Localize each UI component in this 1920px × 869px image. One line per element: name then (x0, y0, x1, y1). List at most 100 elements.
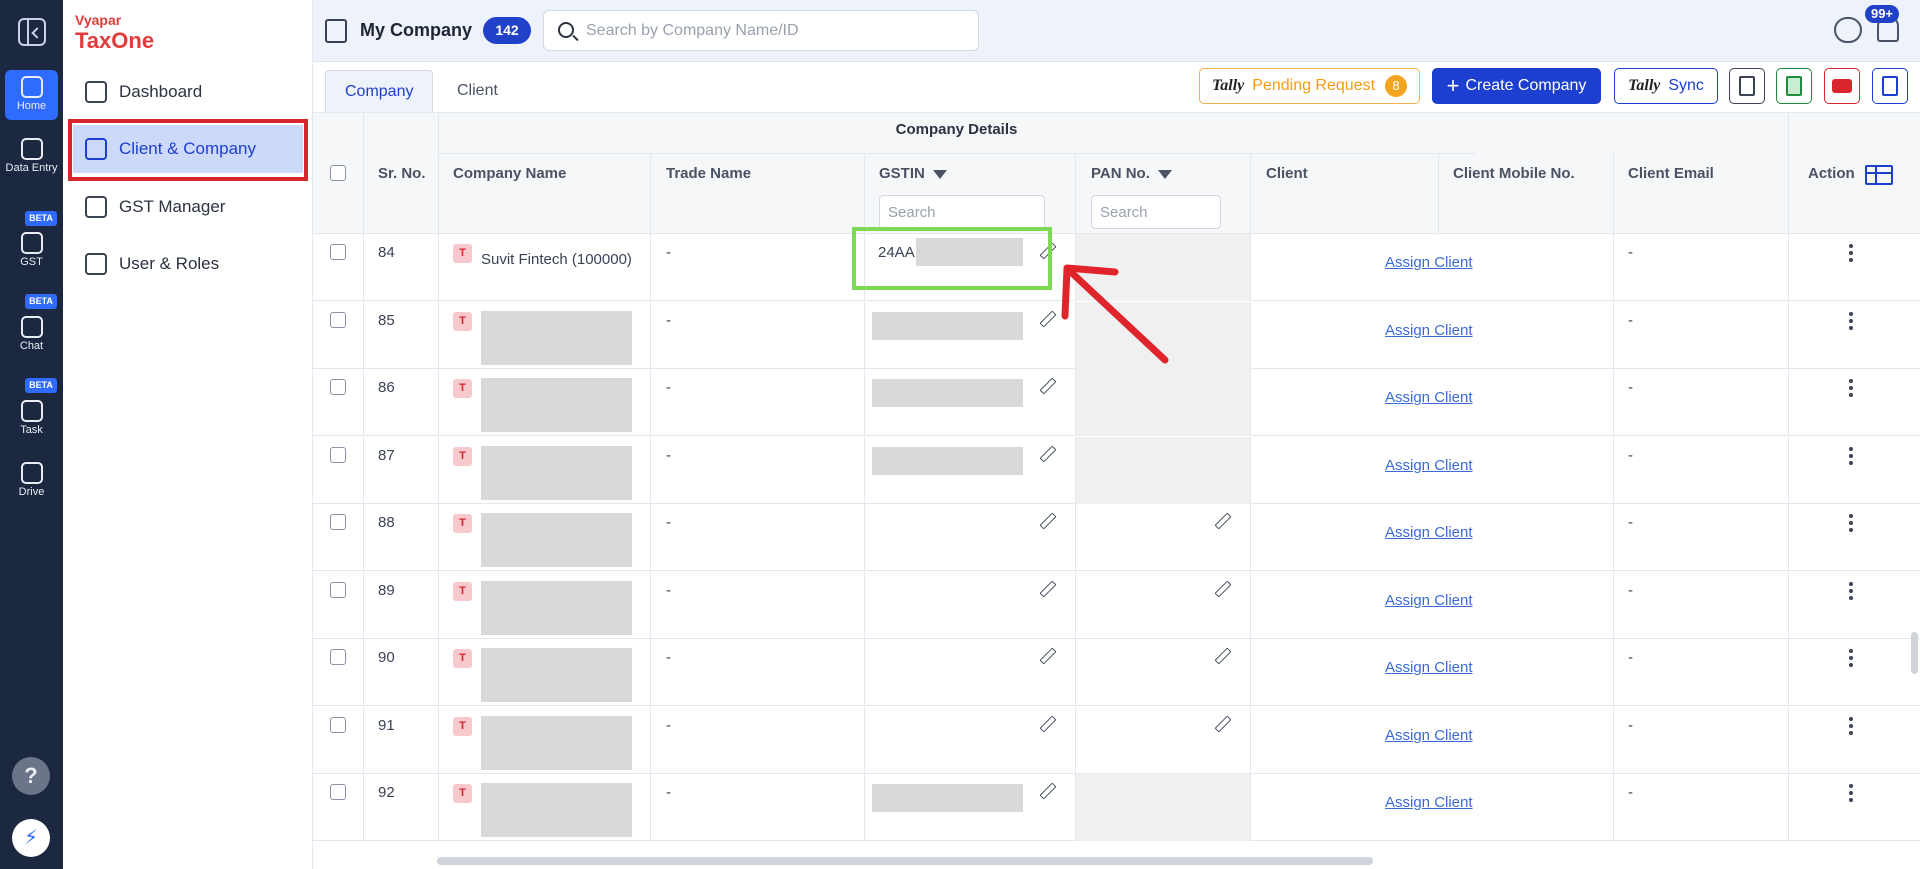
pending-request-button[interactable]: Tally Pending Request 8 (1199, 68, 1420, 104)
pan-filter-input[interactable] (1092, 196, 1220, 228)
edit-gstin-icon[interactable] (1040, 717, 1054, 731)
nav-item-user-roles[interactable]: User & Roles (73, 240, 303, 288)
row-checkbox[interactable] (330, 514, 346, 530)
sr-no: 90 (378, 649, 395, 666)
group-header: Company Details (895, 121, 1018, 138)
help-icon[interactable]: ? (12, 757, 50, 795)
col-client-mobile: Client Mobile No. (1453, 165, 1575, 182)
rail-item-gst[interactable]: GST (5, 226, 58, 276)
edit-gstin-icon[interactable] (1040, 312, 1054, 326)
more-options-icon[interactable] (1849, 446, 1853, 467)
nav-item-dashboard[interactable]: Dashboard (73, 68, 303, 116)
trade-name: - (666, 446, 671, 464)
sr-no: 92 (378, 784, 395, 801)
company-table: Company Details Sr. No. Company Name Tra… (313, 112, 1920, 869)
highlight-box-green (852, 227, 1052, 290)
more-options-icon[interactable] (1849, 244, 1853, 264)
notification-badge: 99+ (1865, 5, 1899, 23)
sr-no: 91 (378, 716, 395, 734)
download-icon[interactable] (1834, 17, 1862, 43)
redacted-gstin (872, 446, 1023, 475)
file-upload-icon (1739, 76, 1755, 96)
tab-client[interactable]: Client (438, 70, 517, 112)
trade-name: - (666, 379, 671, 396)
row-checkbox[interactable] (330, 311, 346, 328)
edit-gstin-icon[interactable] (1040, 514, 1054, 528)
row-checkbox[interactable] (330, 649, 346, 665)
import-file-button[interactable] (1729, 68, 1765, 104)
edit-gstin-icon[interactable] (1040, 582, 1054, 596)
company-name[interactable]: Suvit Fintech (100000) (481, 243, 636, 276)
rail-item-data-entry[interactable]: Data Entry (5, 132, 58, 192)
edit-gstin-icon[interactable] (1040, 649, 1054, 663)
trade-name: - (666, 311, 671, 329)
assign-client-link[interactable]: Assign Client (1385, 524, 1473, 541)
nav-item-gst-manager[interactable]: GST Manager (73, 183, 303, 231)
row-checkbox[interactable] (330, 446, 346, 463)
rail-item-drive[interactable]: Drive (5, 456, 58, 506)
collapse-sidebar-icon[interactable] (18, 18, 46, 46)
plus-icon: + (1446, 73, 1460, 98)
tally-sync-button[interactable]: Tally Sync (1614, 68, 1718, 104)
excel-export-button[interactable] (1776, 68, 1812, 104)
data-entry-icon (20, 138, 43, 160)
col-client: Client (1266, 165, 1308, 182)
trade-name: - (666, 784, 671, 801)
create-company-button[interactable]: + Create Company (1432, 68, 1601, 104)
tab-company[interactable]: Company (325, 70, 434, 112)
redacted-company-name (481, 378, 632, 432)
more-options-icon[interactable] (1849, 379, 1853, 399)
edit-gstin-icon[interactable] (1040, 379, 1054, 393)
edit-gstin-icon[interactable] (1040, 447, 1054, 461)
assign-client-link[interactable]: Assign Client (1385, 254, 1473, 271)
more-options-icon[interactable] (1849, 311, 1853, 332)
more-options-icon[interactable] (1849, 716, 1853, 737)
row-checkbox[interactable] (330, 716, 346, 733)
chat-icon (20, 316, 43, 338)
more-options-icon[interactable] (1849, 581, 1853, 602)
assign-client-link[interactable]: Assign Client (1385, 659, 1473, 676)
trade-name: - (666, 244, 671, 261)
table-row: 90 T - Assign Client - (313, 639, 1920, 706)
top-bar: My Company 142 99+ (313, 0, 1920, 62)
edit-pan-icon[interactable] (1215, 582, 1229, 596)
edit-pan-icon[interactable] (1215, 514, 1229, 528)
filter-icon[interactable] (932, 169, 947, 179)
assign-client-link[interactable]: Assign Client (1385, 592, 1473, 609)
more-options-icon[interactable] (1849, 784, 1853, 804)
type-badge: T (453, 311, 472, 331)
assign-client-link[interactable]: Assign Client (1385, 322, 1473, 339)
edit-gstin-icon[interactable] (1040, 784, 1054, 798)
company-count-badge: 142 (483, 17, 531, 44)
pending-count-badge: 8 (1385, 75, 1408, 97)
youtube-button[interactable] (1824, 68, 1860, 104)
row-checkbox[interactable] (330, 244, 346, 260)
col-action: Action (1808, 165, 1855, 182)
app-logo-icon[interactable]: ⚡ (12, 819, 50, 857)
select-all-checkbox[interactable] (330, 165, 346, 181)
vertical-scrollbar[interactable] (1911, 632, 1918, 674)
rail-item-home[interactable]: Home (5, 70, 58, 120)
gstin-filter-input[interactable] (880, 196, 1044, 228)
page-title: My Company (360, 20, 473, 40)
assign-client-link[interactable]: Assign Client (1385, 727, 1473, 744)
row-checkbox[interactable] (330, 784, 346, 800)
rail-item-task[interactable]: Task (5, 394, 58, 444)
assign-client-link[interactable]: Assign Client (1385, 794, 1473, 811)
assign-client-link[interactable]: Assign Client (1385, 457, 1473, 474)
horizontal-scrollbar[interactable] (437, 857, 1373, 865)
document-button[interactable] (1872, 68, 1908, 104)
assign-client-link[interactable]: Assign Client (1385, 389, 1473, 406)
rail-item-chat[interactable]: Chat (5, 310, 58, 360)
row-checkbox[interactable] (330, 581, 346, 598)
filter-icon[interactable] (1157, 169, 1172, 179)
edit-pan-icon[interactable] (1215, 649, 1229, 663)
more-options-icon[interactable] (1849, 514, 1853, 534)
client-email: - (1628, 244, 1633, 261)
tally-logo: Tally (1211, 77, 1245, 94)
company-search-input[interactable] (586, 19, 966, 43)
more-options-icon[interactable] (1849, 649, 1853, 669)
edit-pan-icon[interactable] (1215, 717, 1229, 731)
row-checkbox[interactable] (330, 379, 346, 395)
column-settings-icon[interactable] (1865, 165, 1893, 185)
